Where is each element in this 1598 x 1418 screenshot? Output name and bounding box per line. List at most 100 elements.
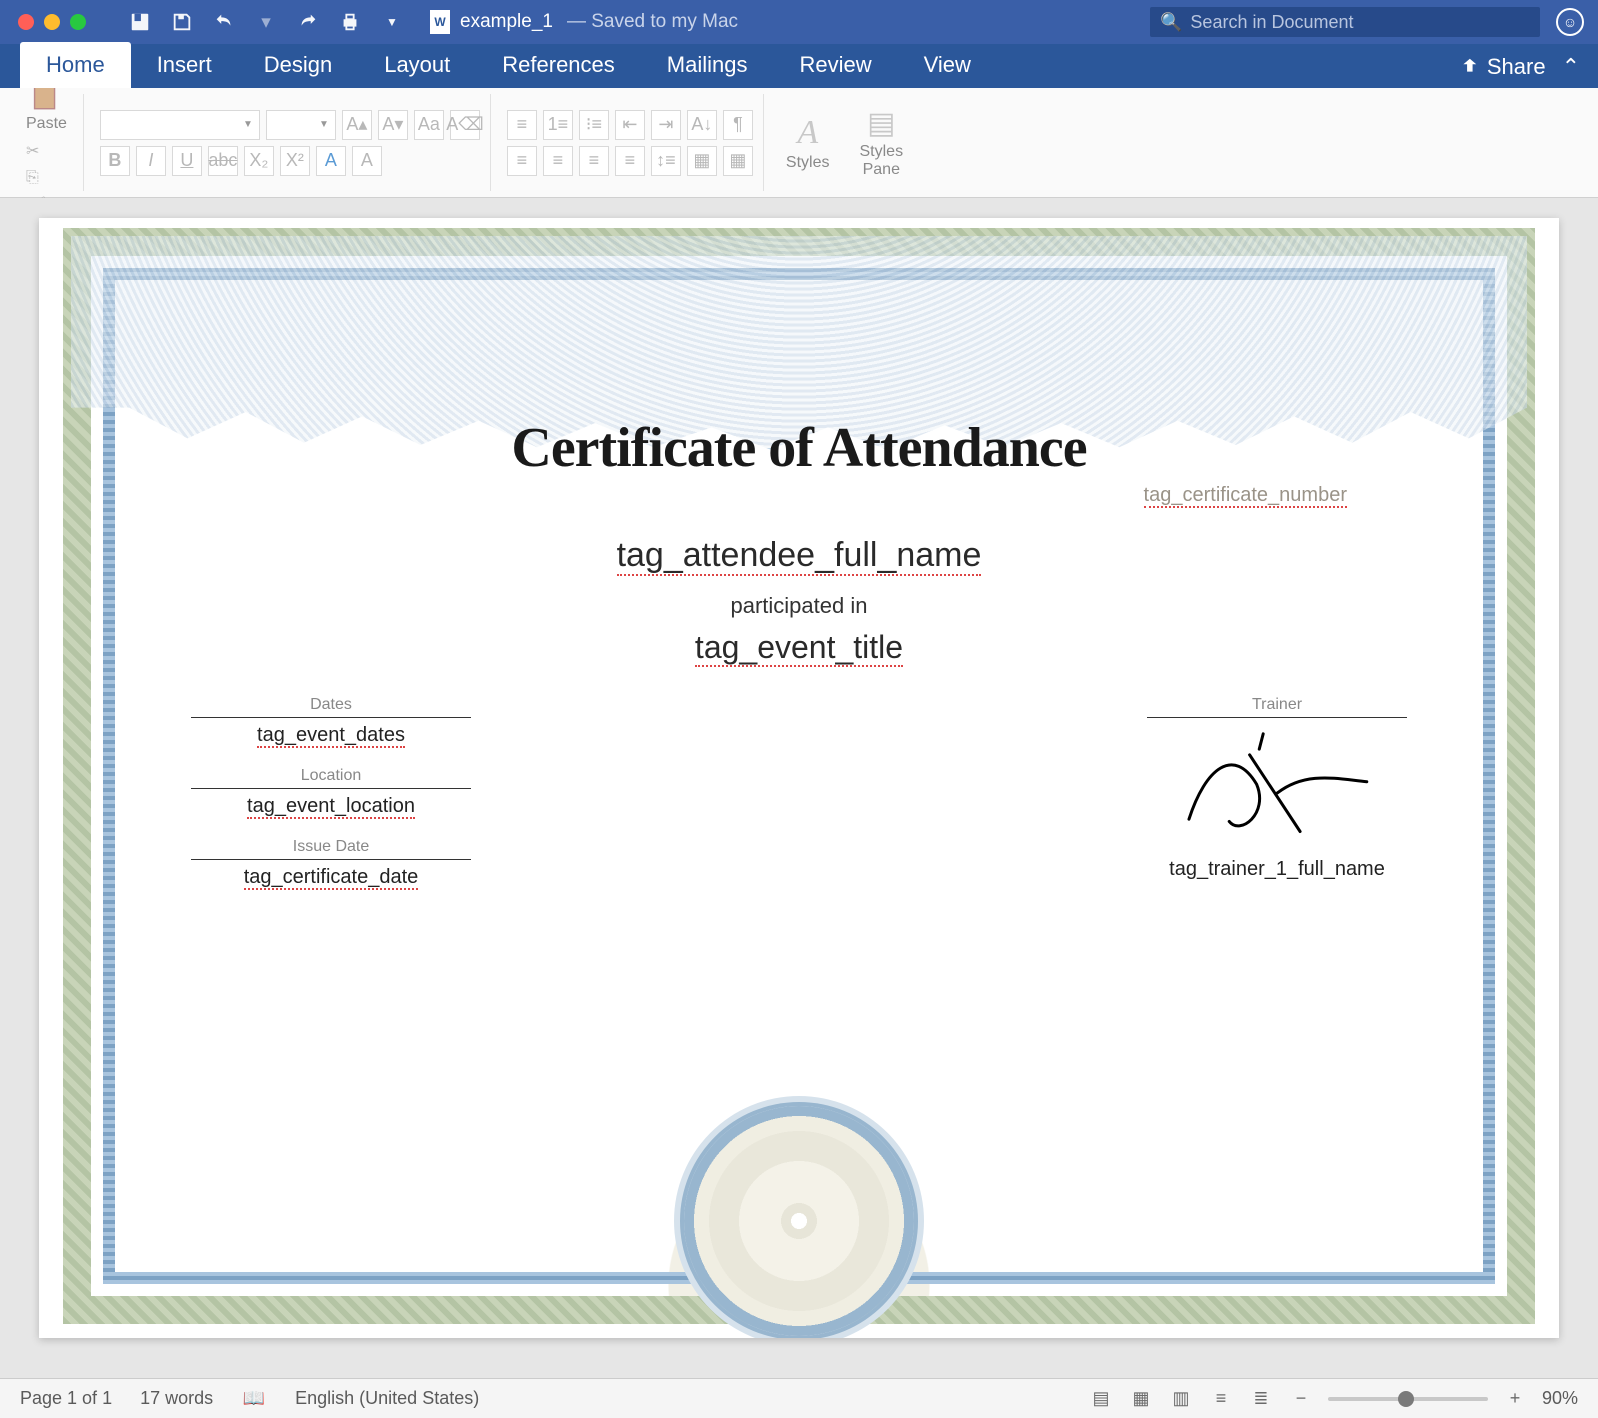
- outline-view-icon[interactable]: ≡: [1208, 1386, 1234, 1412]
- collapse-ribbon-icon[interactable]: ⌃: [1562, 54, 1580, 88]
- dates-value[interactable]: tag_event_dates: [191, 718, 471, 747]
- certificate-right-column: Trainer tag_trainer_1_full_name: [1147, 696, 1407, 909]
- signature-image: [1142, 709, 1411, 867]
- document-page[interactable]: Certificate of Attendance tag_certificat…: [39, 218, 1559, 1338]
- line-spacing-icon[interactable]: ↕≡: [651, 146, 681, 176]
- web-layout-icon[interactable]: ▥: [1168, 1386, 1194, 1412]
- minimize-window-button[interactable]: [44, 14, 60, 30]
- certificate-title[interactable]: Certificate of Attendance: [191, 416, 1407, 480]
- feedback-icon[interactable]: ☺: [1556, 8, 1584, 36]
- numbering-icon[interactable]: 1≡: [543, 110, 573, 140]
- save-status: — Saved to my Mac: [567, 11, 738, 33]
- maximize-window-button[interactable]: [70, 14, 86, 30]
- clear-formatting-icon[interactable]: A⌫: [450, 110, 480, 140]
- search-placeholder: Search in Document: [1190, 12, 1353, 33]
- tab-layout[interactable]: Layout: [358, 42, 476, 88]
- word-count[interactable]: 17 words: [140, 1388, 213, 1409]
- tab-mailings[interactable]: Mailings: [641, 42, 774, 88]
- zoom-level[interactable]: 90%: [1542, 1388, 1578, 1409]
- paste-label: Paste: [26, 115, 67, 133]
- redo-icon[interactable]: [296, 10, 320, 34]
- font-family-combo[interactable]: ▼: [100, 110, 260, 140]
- quick-access-dropdown-icon[interactable]: ▼: [380, 10, 404, 34]
- align-left-icon[interactable]: ≡: [507, 146, 537, 176]
- print-layout-icon[interactable]: ▦: [1128, 1386, 1154, 1412]
- underline-icon[interactable]: U: [172, 146, 202, 176]
- borders-icon[interactable]: ▦: [723, 146, 753, 176]
- sort-icon[interactable]: A↓: [687, 110, 717, 140]
- tab-insert[interactable]: Insert: [131, 42, 238, 88]
- copy-icon[interactable]: ⎘: [26, 169, 73, 187]
- justify-icon[interactable]: ≡: [615, 146, 645, 176]
- styles-label: Styles: [786, 154, 830, 172]
- increase-indent-icon[interactable]: ⇥: [651, 110, 681, 140]
- shrink-font-icon[interactable]: A▾: [378, 110, 408, 140]
- spellcheck-icon[interactable]: 📖: [241, 1386, 267, 1412]
- styles-button[interactable]: A Styles: [780, 98, 836, 187]
- bullets-icon[interactable]: ≡: [507, 110, 537, 140]
- attendee-name[interactable]: tag_attendee_full_name: [191, 536, 1407, 575]
- change-case-icon[interactable]: Aa: [414, 110, 444, 140]
- text-effects-icon[interactable]: A: [316, 146, 346, 176]
- autosave-icon[interactable]: [128, 10, 152, 34]
- align-center-icon[interactable]: ≡: [543, 146, 573, 176]
- print-icon[interactable]: [338, 10, 362, 34]
- strikethrough-icon[interactable]: abc: [208, 146, 238, 176]
- word-doc-icon: W: [430, 10, 450, 34]
- tab-review[interactable]: Review: [773, 42, 897, 88]
- ribbon-toolbar: Paste ✂ ⎘ 🖌 ▼ ▼ A▴ A▾ Aa A⌫ B I U abc X₂…: [0, 88, 1598, 198]
- font-size-combo[interactable]: ▼: [266, 110, 336, 140]
- focus-mode-icon[interactable]: ▤: [1088, 1386, 1114, 1412]
- paragraph-group: ≡ 1≡ ⁝≡ ⇤ ⇥ A↓ ¶ ≡ ≡ ≡ ≡ ↕≡ ▦ ▦: [497, 94, 764, 191]
- styles-pane-label: Styles Pane: [860, 143, 904, 179]
- language-status[interactable]: English (United States): [295, 1388, 479, 1409]
- event-title[interactable]: tag_event_title: [191, 629, 1407, 666]
- tab-view[interactable]: View: [898, 42, 997, 88]
- document-name: example_1: [460, 11, 553, 33]
- page-count[interactable]: Page 1 of 1: [20, 1388, 112, 1409]
- shading-icon[interactable]: ▦: [687, 146, 717, 176]
- highlight-icon[interactable]: A: [352, 146, 382, 176]
- certificate-body: Certificate of Attendance tag_certificat…: [191, 416, 1407, 1236]
- save-icon[interactable]: [170, 10, 194, 34]
- subscript-icon[interactable]: X₂: [244, 146, 274, 176]
- undo-dropdown-icon[interactable]: ▾: [254, 10, 278, 34]
- close-window-button[interactable]: [18, 14, 34, 30]
- zoom-out-icon[interactable]: −: [1288, 1386, 1314, 1412]
- font-group: ▼ ▼ A▴ A▾ Aa A⌫ B I U abc X₂ X² A A: [90, 94, 491, 191]
- search-input[interactable]: 🔍 Search in Document: [1150, 7, 1540, 37]
- zoom-slider[interactable]: [1328, 1397, 1488, 1401]
- issue-date-value[interactable]: tag_certificate_date: [191, 860, 471, 889]
- zoom-in-icon[interactable]: +: [1502, 1386, 1528, 1412]
- location-label[interactable]: Location: [191, 767, 471, 789]
- status-bar: Page 1 of 1 17 words 📖 English (United S…: [0, 1378, 1598, 1418]
- participated-text[interactable]: participated in: [191, 593, 1407, 619]
- dates-label[interactable]: Dates: [191, 696, 471, 718]
- italic-icon[interactable]: I: [136, 146, 166, 176]
- decrease-indent-icon[interactable]: ⇤: [615, 110, 645, 140]
- align-right-icon[interactable]: ≡: [579, 146, 609, 176]
- undo-icon[interactable]: [212, 10, 236, 34]
- document-title: W example_1 — Saved to my Mac: [430, 10, 738, 34]
- certificate-frame: Certificate of Attendance tag_certificat…: [63, 228, 1535, 1324]
- document-area[interactable]: Certificate of Attendance tag_certificat…: [0, 198, 1598, 1378]
- window-controls: [18, 14, 86, 30]
- tab-references[interactable]: References: [476, 42, 641, 88]
- show-marks-icon[interactable]: ¶: [723, 110, 753, 140]
- cut-icon[interactable]: ✂: [26, 141, 73, 161]
- multilevel-list-icon[interactable]: ⁝≡: [579, 110, 609, 140]
- styles-pane-button[interactable]: ▤ Styles Pane: [854, 98, 910, 187]
- certificate-left-column: Dates tag_event_dates Location tag_event…: [191, 696, 471, 909]
- draft-view-icon[interactable]: ≣: [1248, 1386, 1274, 1412]
- share-button[interactable]: Share: [1457, 54, 1546, 88]
- grow-font-icon[interactable]: A▴: [342, 110, 372, 140]
- location-value[interactable]: tag_event_location: [191, 789, 471, 818]
- search-icon: 🔍: [1160, 12, 1182, 33]
- certificate-number[interactable]: tag_certificate_number: [191, 484, 1347, 508]
- tab-design[interactable]: Design: [238, 42, 358, 88]
- bold-icon[interactable]: B: [100, 146, 130, 176]
- tab-home[interactable]: Home: [20, 42, 131, 88]
- clipboard-group: Paste ✂ ⎘ 🖌: [10, 94, 84, 191]
- superscript-icon[interactable]: X²: [280, 146, 310, 176]
- issue-date-label[interactable]: Issue Date: [191, 838, 471, 860]
